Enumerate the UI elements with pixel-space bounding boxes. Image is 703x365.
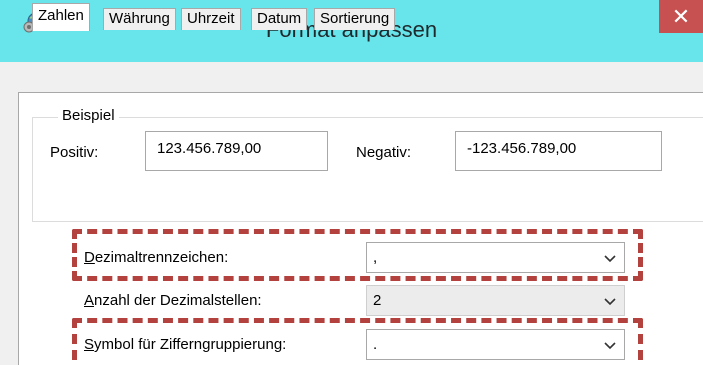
tab-sortierung[interactable]: Sortierung <box>314 8 396 30</box>
highlight-decimal-separator <box>72 229 643 281</box>
negative-label: Negativ: <box>356 144 412 161</box>
tab-uhrzeit[interactable]: Uhrzeit <box>181 8 241 30</box>
decimal-places-label: Anzahl der Dezimalstellen: <box>84 292 262 309</box>
tab-zahlen[interactable]: Zahlen <box>32 3 90 31</box>
positive-label: Positiv: <box>50 144 99 161</box>
decimal-places-value: 2 <box>373 292 382 309</box>
tab-waehrung[interactable]: Währung <box>103 8 176 30</box>
close-icon: ✕ <box>671 4 691 29</box>
positive-example-field: 123.456.789,00 <box>145 131 328 171</box>
chevron-down-icon <box>604 298 616 306</box>
decimal-places-select[interactable]: 2 <box>366 285 625 316</box>
negative-example-field: -123.456.789,00 <box>455 131 662 171</box>
close-button[interactable]: ✕ <box>659 0 703 33</box>
example-group-legend: Beispiel <box>58 107 119 124</box>
highlight-digit-grouping <box>72 318 643 365</box>
tab-datum[interactable]: Datum <box>251 8 308 30</box>
